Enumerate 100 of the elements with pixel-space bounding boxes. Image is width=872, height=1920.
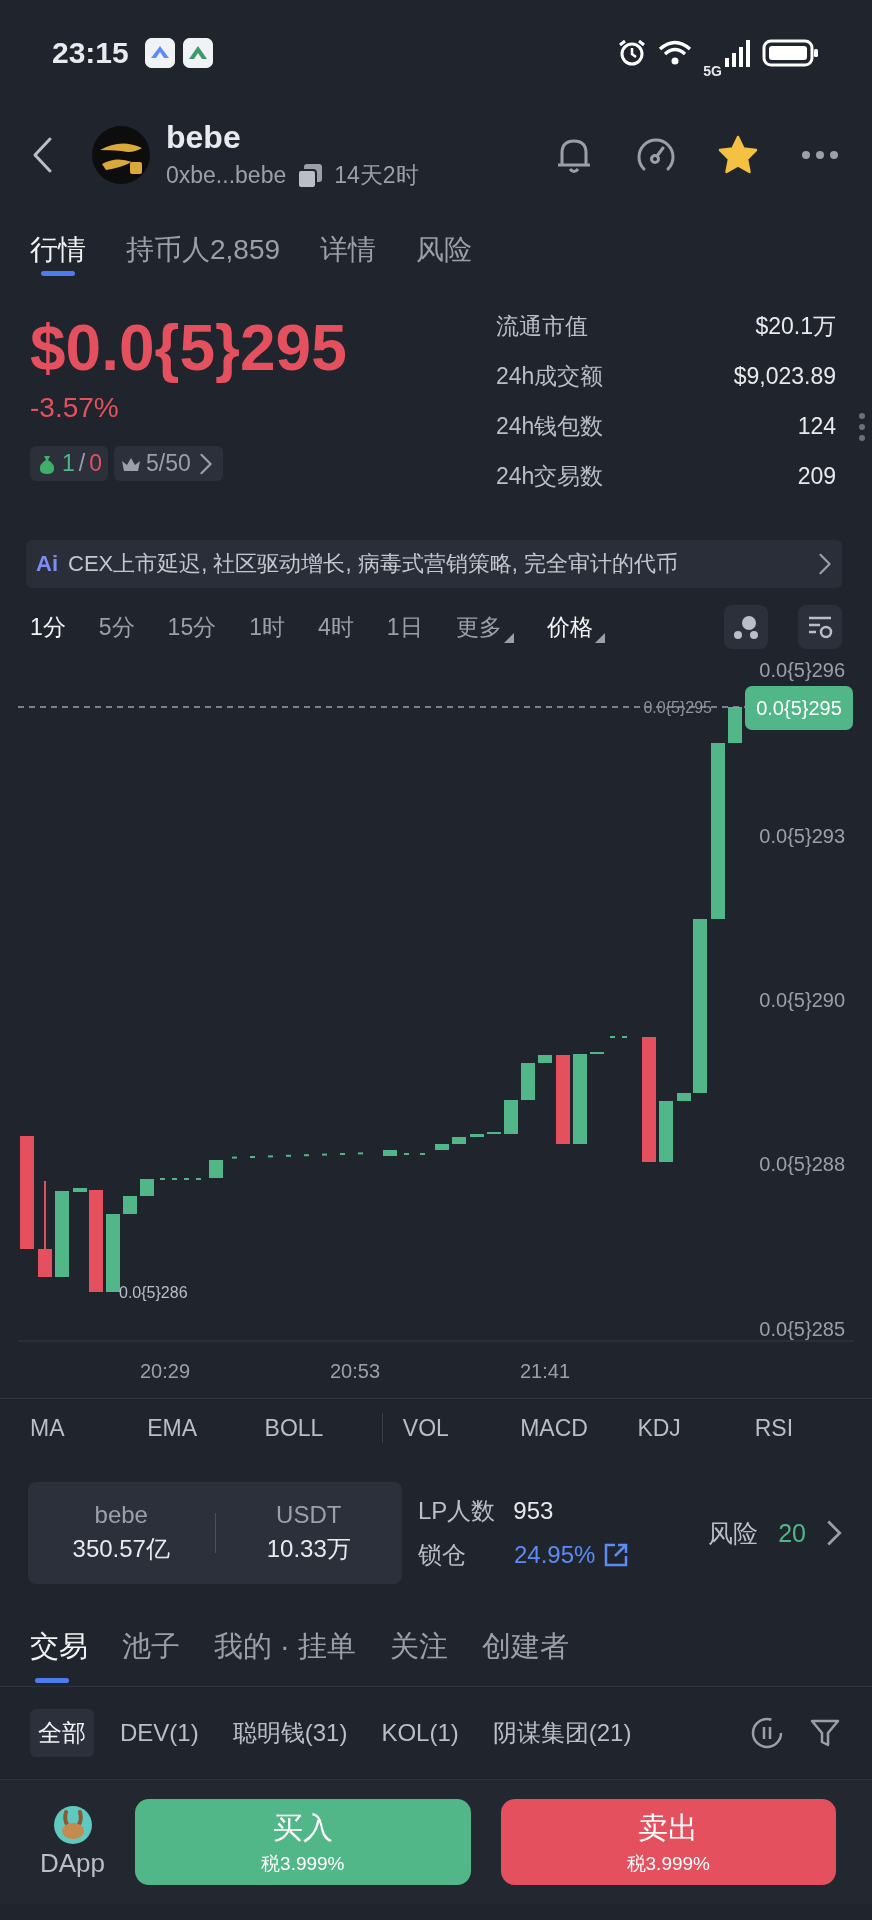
- axis-label: 0.0{5}288: [759, 1153, 845, 1175]
- candle: [232, 1156, 237, 1159]
- axis-label: 21:41: [519, 1360, 571, 1382]
- token-price: $0.0{5}295: [30, 311, 347, 386]
- indicator-option[interactable]: KDJ: [637, 1414, 755, 1442]
- low-price-label: 0.0{5}286: [119, 1284, 188, 1301]
- interval-option[interactable]: 1时: [249, 611, 285, 643]
- chart-type-dropdown[interactable]: 价格: [546, 611, 605, 643]
- dots-icon: [732, 613, 760, 641]
- stat-value: $9,023.89: [733, 362, 836, 391]
- candle: [358, 1152, 363, 1155]
- ai-summary-text: CEX上市延迟, 社区驱动增长, 病毒式营销策略, 完全审计的代币: [68, 550, 678, 578]
- tab[interactable]: 持币人2,859: [126, 220, 281, 280]
- indicator-option[interactable]: MACD: [520, 1414, 638, 1442]
- tab[interactable]: 创建者: [481, 1607, 569, 1687]
- tab[interactable]: 交易: [30, 1607, 88, 1687]
- candle-wick: [44, 1181, 46, 1249]
- token-address: 0xbe...bebe: [166, 162, 287, 189]
- candle: [38, 1249, 52, 1277]
- interval-option[interactable]: 1日: [386, 611, 423, 643]
- interval-option[interactable]: 15分: [167, 611, 217, 643]
- axis-label: 0.0{5}285: [759, 1318, 845, 1340]
- token-name: bebe: [166, 119, 242, 156]
- dapp-button[interactable]: DApp: [40, 1805, 106, 1879]
- indicator-option[interactable]: MA: [30, 1414, 148, 1442]
- indicator-option[interactable]: RSI: [754, 1414, 872, 1442]
- quote-amount: 10.33万: [266, 1534, 351, 1564]
- stat-label: 24h交易数: [496, 462, 604, 491]
- alarm-icon: [617, 37, 648, 68]
- tab[interactable]: 我的 · 挂单: [214, 1607, 356, 1687]
- external-link-icon[interactable]: [603, 1542, 630, 1568]
- candle: [268, 1155, 273, 1158]
- candle: [123, 1196, 137, 1214]
- indicator-option[interactable]: VOL: [402, 1414, 521, 1442]
- candle: [286, 1154, 291, 1157]
- stat-label: 流通市值: [496, 312, 588, 341]
- filter-chip[interactable]: DEV(1): [112, 1711, 207, 1755]
- ai-label: Ai: [36, 551, 58, 577]
- drawing-tools-button[interactable]: [724, 605, 768, 649]
- risk-button[interactable]: 风险 20: [708, 1516, 842, 1550]
- tab[interactable]: 关注: [389, 1607, 448, 1687]
- axis-label: 0.0{5}296: [759, 659, 845, 681]
- current-price-tag: 0.0{5}295: [745, 686, 853, 730]
- lock-value: 24.95%: [514, 1541, 596, 1569]
- network-label: 5G: [703, 62, 722, 79]
- chevron-icon: [826, 1519, 842, 1547]
- axis-label: 20:53: [329, 1360, 381, 1382]
- status-time: 23:15: [52, 35, 129, 70]
- chevron-icon: [818, 553, 832, 575]
- interval-option[interactable]: 更多: [455, 611, 514, 643]
- tab[interactable]: 风险: [416, 220, 473, 280]
- candle: [140, 1179, 154, 1196]
- indicator-option[interactable]: EMA: [147, 1414, 265, 1442]
- candle: [659, 1101, 673, 1162]
- candle: [677, 1093, 691, 1101]
- candle: [304, 1154, 309, 1157]
- tab[interactable]: 池子: [122, 1607, 180, 1687]
- caret-icon: [503, 632, 514, 643]
- candle: [521, 1063, 535, 1100]
- candle: [322, 1153, 327, 1156]
- candle: [538, 1055, 552, 1063]
- price-change: -3.57%: [30, 392, 120, 424]
- chart-settings-button[interactable]: [798, 605, 842, 649]
- top-holders-badge[interactable]: 5/50: [114, 446, 223, 481]
- trade-count-badge[interactable]: 1 / 0: [30, 446, 108, 481]
- lock-label: 锁仓: [418, 1540, 466, 1570]
- quote-symbol: USDT: [276, 1501, 342, 1529]
- candle: [452, 1137, 466, 1144]
- filter-chip[interactable]: KOL(1): [373, 1711, 467, 1755]
- candle: [504, 1100, 518, 1134]
- filter-chip[interactable]: 聪明钱(31): [224, 1709, 356, 1757]
- lp-label: LP人数: [418, 1496, 496, 1526]
- stat-value: 124: [797, 412, 836, 441]
- candle: [383, 1150, 397, 1156]
- stat-value: 209: [797, 462, 836, 491]
- sell-button[interactable]: 卖出 税3.999%: [500, 1799, 836, 1885]
- token-amount: 350.57亿: [72, 1534, 170, 1564]
- candle: [209, 1160, 223, 1178]
- ai-summary-bar[interactable]: Ai CEX上市延迟, 社区驱动增长, 病毒式营销策略, 完全审计的代币: [26, 540, 842, 588]
- filter-chip[interactable]: 全部: [30, 1709, 94, 1757]
- stat-label: 24h钱包数: [496, 412, 604, 441]
- vertical-dots-icon[interactable]: [858, 412, 866, 442]
- interval-option[interactable]: 5分: [98, 611, 135, 643]
- axis-label: 20:29: [139, 1360, 191, 1382]
- app-icon: [144, 37, 175, 68]
- pause-icon[interactable]: [750, 1716, 784, 1750]
- copy-icon[interactable]: [296, 161, 325, 190]
- indicator-option[interactable]: BOLL: [264, 1414, 382, 1442]
- axis-label: 0.0{5}293: [759, 825, 845, 847]
- lp-count: 953: [513, 1497, 554, 1525]
- app-icon: [182, 37, 213, 68]
- interval-option[interactable]: 1分: [30, 611, 66, 643]
- filter-chip[interactable]: 阴谋集团(21): [484, 1709, 640, 1757]
- tab[interactable]: 行情: [30, 220, 86, 280]
- tab[interactable]: 详情: [320, 220, 377, 280]
- caret-icon: [594, 632, 605, 643]
- candle: [728, 707, 742, 743]
- signal-icon: [724, 37, 752, 68]
- interval-option[interactable]: 4时: [318, 611, 354, 643]
- candle: [470, 1134, 484, 1137]
